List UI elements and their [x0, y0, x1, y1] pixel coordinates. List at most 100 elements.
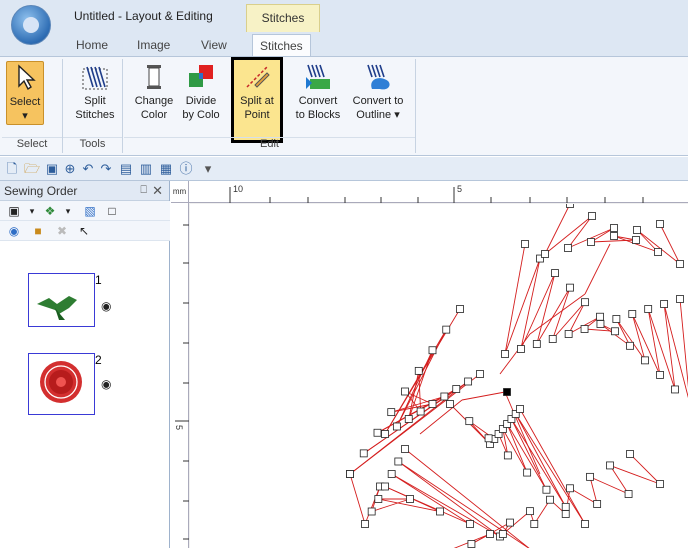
stitch-point: [606, 461, 614, 470]
sewing-item-2[interactable]: [28, 353, 95, 415]
view-frame-icon[interactable]: □: [104, 203, 120, 219]
dropdown-icon[interactable]: ▾: [60, 203, 76, 219]
flower-logo-icon: [23, 17, 39, 33]
redo-icon[interactable]: ↷: [98, 161, 114, 177]
write-to-card-icon[interactable]: ▦: [158, 161, 174, 177]
stitch-pattern[interactable]: [190, 204, 688, 548]
stitch-point: [416, 407, 425, 416]
stitch-point: [503, 388, 511, 396]
tab-image[interactable]: Image: [137, 38, 170, 52]
stitch-point: [542, 485, 551, 494]
stitch-point: [456, 305, 464, 313]
pin-icon[interactable]: ⎕: [140, 184, 147, 197]
stitch-point: [517, 345, 525, 353]
stitch-point: [414, 366, 423, 375]
sort-color-icon[interactable]: ▧: [82, 203, 98, 219]
stitch-point: [392, 422, 401, 431]
stitch-point: [467, 540, 476, 548]
stitch-point: [676, 295, 684, 303]
stitch-point: [381, 482, 389, 491]
sewing-item-number: 2: [95, 353, 102, 367]
pointer-icon[interactable]: ↖: [76, 223, 92, 239]
stitch-point: [523, 468, 532, 477]
tools-group: Split Stitches Tools: [63, 59, 123, 153]
stitch-point: [587, 238, 595, 246]
stitch-point: [656, 220, 664, 228]
divide-color-icon: [189, 65, 213, 87]
zoom-in-icon[interactable]: ⊕: [62, 161, 78, 177]
divide-by-color-button[interactable]: Divide by Colo: [178, 61, 224, 121]
sewing-item-1[interactable]: [28, 273, 95, 327]
stitch-point: [566, 204, 574, 208]
application-menu-button[interactable]: [11, 5, 51, 45]
realistic-preview-icon[interactable]: ▥: [138, 161, 154, 177]
convert-outline-icon: [367, 64, 390, 90]
stitch-point: [373, 428, 382, 437]
undo-icon[interactable]: ↶: [80, 161, 96, 177]
stitch-point: [610, 224, 618, 232]
stitch-point: [465, 417, 474, 426]
stitch-point: [387, 470, 396, 478]
stitch-point: [566, 283, 574, 292]
stitch-point: [581, 520, 589, 528]
stitch-drawing-area[interactable]: [190, 204, 688, 548]
stitch-point: [404, 415, 413, 423]
lock-icon[interactable]: ■: [30, 223, 46, 239]
group-label-edit: Edit: [124, 137, 415, 153]
tab-view[interactable]: View: [201, 38, 227, 52]
convert-to-outline-button[interactable]: Convert to Outline ▾: [348, 61, 408, 121]
save-icon[interactable]: ▣: [44, 161, 60, 177]
panel-toolbar-2: ◉ ■ ✖ ↖: [0, 221, 170, 241]
eye-toggle-icon[interactable]: ◉: [6, 223, 22, 239]
stitch-point: [503, 451, 512, 460]
stitch-point: [586, 472, 594, 481]
stitch-point: [464, 377, 473, 386]
change-color-button[interactable]: Change Color: [134, 61, 174, 121]
stitch-point: [436, 507, 444, 516]
delete-icon[interactable]: ✖: [54, 223, 70, 239]
dropdown-icon[interactable]: ▾: [24, 203, 40, 219]
tab-home[interactable]: Home: [76, 38, 108, 52]
thread-spool-icon: [147, 65, 161, 89]
panel-title: Sewing Order: [4, 184, 78, 198]
stitch-point: [452, 385, 461, 393]
stitch-point: [676, 260, 684, 268]
group-icon[interactable]: ❖: [42, 203, 58, 219]
stitch-point: [446, 400, 454, 408]
sewing-item-number: 1: [95, 273, 102, 287]
select-button[interactable]: Select ▾: [6, 61, 44, 125]
stitch-point: [671, 385, 679, 394]
visibility-eye-icon[interactable]: ◉: [101, 377, 111, 391]
close-icon[interactable]: ✕: [152, 183, 163, 199]
customize-qat-icon[interactable]: ▾: [200, 161, 216, 177]
convert-to-blocks-button[interactable]: Convert to Blocks: [292, 61, 344, 121]
stitch-point: [580, 325, 589, 333]
tab-stitches[interactable]: Stitches: [252, 34, 311, 56]
stitch-point: [486, 530, 494, 538]
stitch-point: [654, 248, 662, 256]
new-file-icon[interactable]: 🗋: [4, 161, 20, 177]
help-icon[interactable]: ⓘ: [178, 161, 194, 177]
visibility-eye-icon[interactable]: ◉: [101, 299, 111, 313]
rose-icon: [40, 361, 82, 403]
design-canvas[interactable]: mm 10 5 5: [171, 181, 688, 548]
title-bar: Untitled - Layout & Editing Stitches: [0, 0, 688, 45]
split-at-point-button[interactable]: Split at Point: [234, 61, 280, 121]
stitch-point: [516, 405, 524, 413]
frame-select-icon[interactable]: ▣: [6, 203, 22, 219]
stitch-point: [548, 335, 557, 343]
split-at-point-icon: [246, 66, 270, 88]
open-folder-icon[interactable]: 🗁: [24, 161, 40, 177]
group-label-select: Select: [2, 137, 62, 153]
stitch-point: [361, 520, 369, 528]
split-stitches-button[interactable]: Split Stitches: [71, 61, 119, 121]
stitch-point: [561, 510, 570, 518]
stitch-point: [442, 325, 451, 334]
quick-access-toolbar: 🗋 🗁 ▣ ⊕ ↶ ↷ ▤ ▥ ▦ ⓘ ▾: [0, 157, 688, 181]
stitch-point: [428, 346, 437, 355]
stitch-point: [546, 495, 554, 504]
stitch-point: [406, 495, 414, 503]
preview-icon[interactable]: ▤: [118, 161, 134, 177]
stitch-point: [644, 305, 653, 313]
stitch-point: [656, 371, 664, 379]
